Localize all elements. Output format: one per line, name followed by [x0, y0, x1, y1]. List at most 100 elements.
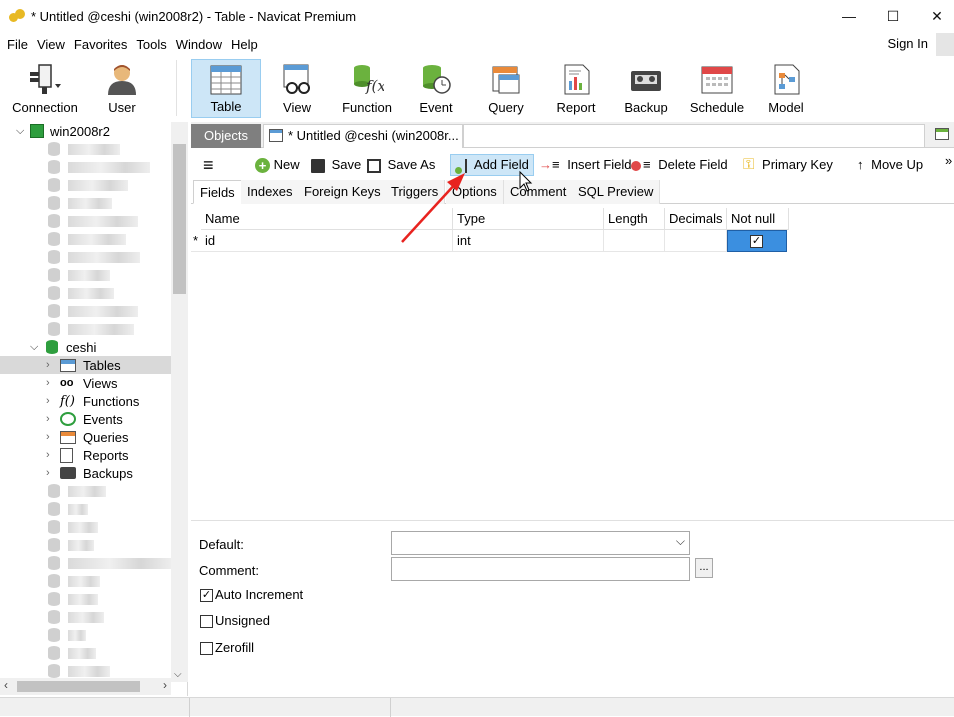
scrollbar-thumb[interactable]	[173, 144, 186, 294]
menu-window[interactable]: Window	[174, 37, 229, 52]
tree-item-queries[interactable]: › Queries	[46, 428, 129, 446]
menu-favorites[interactable]: Favorites	[72, 37, 134, 52]
close-button[interactable]: ✕	[914, 0, 954, 32]
tab-sql-preview[interactable]: SQL Preview	[572, 180, 661, 204]
connection-button[interactable]: Connection	[6, 59, 84, 118]
tab-foreign-keys[interactable]: Foreign Keys	[298, 180, 388, 204]
tree-database-blurred[interactable]	[48, 572, 100, 590]
event-button[interactable]: Event	[404, 59, 468, 118]
tree-connection-win2008r2[interactable]: ⌵ win2008r2	[16, 122, 110, 140]
tree-database-blurred[interactable]	[48, 626, 86, 644]
tree-database-blurred[interactable]	[48, 590, 98, 608]
user-button[interactable]: User	[92, 59, 152, 118]
tree-item-views[interactable]: › oo Views	[46, 374, 117, 392]
unsigned-checkbox[interactable]	[200, 615, 213, 628]
key-icon: ⚿	[743, 156, 755, 173]
tree-database-blurred[interactable]	[48, 500, 88, 518]
tree-item-reports[interactable]: › Reports	[46, 446, 129, 464]
tree-database-blurred[interactable]	[48, 176, 128, 194]
column-header-length[interactable]: Length	[604, 208, 665, 230]
model-button[interactable]: Model	[756, 59, 816, 118]
tree-database-blurred[interactable]	[48, 140, 120, 158]
zerofill-checkbox[interactable]	[200, 642, 213, 655]
tree-vertical-scrollbar[interactable]: ⌵	[171, 122, 188, 682]
database-icon	[48, 664, 60, 678]
tree-database-blurred[interactable]	[48, 158, 150, 176]
default-dropdown[interactable]: ⌵	[391, 531, 690, 555]
blurred-label	[68, 305, 138, 317]
table-button[interactable]: Table	[191, 59, 261, 118]
not-null-checkbox[interactable]: ✓	[750, 235, 763, 248]
function-button[interactable]: f(x) Function	[334, 59, 400, 118]
scrollbar-thumb[interactable]	[17, 681, 140, 692]
column-header-not-null[interactable]: Not null	[727, 208, 789, 230]
schedule-button[interactable]: Schedule	[684, 59, 750, 118]
tree-database-blurred[interactable]	[48, 194, 112, 212]
blurred-label	[68, 557, 172, 569]
move-up-button[interactable]: ↑ Move Up	[857, 154, 923, 176]
menu-help[interactable]: Help	[229, 37, 265, 52]
tree-database-blurred[interactable]	[48, 284, 114, 302]
comment-field[interactable]	[391, 557, 690, 581]
menu-view[interactable]: View	[35, 37, 72, 52]
toolbar-overflow-button[interactable]: »	[945, 150, 952, 172]
auto-increment-checkbox[interactable]: ✓	[200, 589, 213, 602]
tree-database-blurred[interactable]	[48, 302, 138, 320]
save-button[interactable]: Save	[311, 154, 361, 176]
tree-item-tables[interactable]: › Tables	[0, 356, 171, 374]
new-label: New	[273, 157, 300, 172]
tree-database-blurred[interactable]	[48, 554, 172, 572]
comment-expand-button[interactable]: ...	[695, 558, 713, 578]
delete-field-button[interactable]: ≡ Delete Field	[631, 154, 728, 176]
document-tab-bar: Objects * Untitled @ceshi (win2008r...	[191, 122, 954, 148]
new-tab-icon[interactable]	[935, 128, 949, 140]
tree-database-ceshi[interactable]: ⌵ ceshi	[30, 338, 96, 356]
hamburger-menu-icon[interactable]: ≡	[203, 154, 214, 176]
tree-database-blurred[interactable]	[48, 644, 96, 662]
insert-field-icon: →	[539, 157, 552, 172]
column-header-decimals[interactable]: Decimals	[665, 208, 727, 230]
tree-database-blurred[interactable]	[48, 518, 98, 536]
chevron-right-icon: ›	[46, 359, 50, 371]
tree-database-blurred[interactable]	[48, 212, 138, 230]
tab-objects[interactable]: Objects	[191, 124, 261, 148]
tree-database-blurred[interactable]	[48, 248, 140, 266]
report-button[interactable]: Report	[544, 59, 608, 118]
blurred-label	[68, 287, 114, 299]
query-label: Query	[488, 100, 524, 115]
tab-untitled-table[interactable]: * Untitled @ceshi (win2008r...	[263, 124, 463, 148]
tree-database-blurred[interactable]	[48, 320, 134, 338]
view-button[interactable]: View	[264, 59, 330, 118]
scroll-right-icon[interactable]: ›	[163, 678, 167, 692]
primary-key-button[interactable]: ⚿ Primary Key	[743, 154, 833, 176]
tree-item-backups[interactable]: › Backups	[46, 464, 133, 482]
maximize-button[interactable]: ☐	[870, 0, 916, 32]
tree-database-blurred[interactable]	[48, 608, 104, 626]
tree-database-blurred[interactable]	[48, 230, 126, 248]
tree-horizontal-scrollbar[interactable]: ‹ ›	[0, 678, 171, 695]
menu-file[interactable]: File	[0, 37, 35, 52]
new-button[interactable]: + New	[255, 154, 300, 176]
scroll-left-icon[interactable]: ‹	[4, 678, 8, 692]
scroll-down-icon[interactable]: ⌵	[174, 669, 182, 680]
tree-database-blurred[interactable]	[48, 266, 110, 284]
menu-tools[interactable]: Tools	[134, 37, 173, 52]
database-icon	[48, 502, 60, 516]
cell-not-null[interactable]: ✓	[727, 230, 787, 252]
cell-length[interactable]	[604, 230, 665, 252]
account-button[interactable]	[936, 33, 954, 57]
sign-in-link[interactable]: Sign In	[888, 36, 928, 51]
minimize-button[interactable]: —	[826, 0, 872, 32]
cell-decimals[interactable]	[665, 230, 727, 252]
query-button[interactable]: Query	[474, 59, 538, 118]
backup-button[interactable]: Backup	[614, 59, 678, 118]
insert-field-button[interactable]: →≡ Insert Field	[539, 154, 632, 176]
tree-database-blurred[interactable]	[48, 482, 106, 500]
tree-database-blurred[interactable]	[48, 536, 94, 554]
database-icon	[48, 160, 60, 174]
model-icon	[774, 64, 800, 95]
tree-item-functions[interactable]: › f() Functions	[46, 392, 139, 410]
tab-indexes[interactable]: Indexes	[241, 180, 300, 204]
tab-fields[interactable]: Fields	[193, 180, 242, 204]
tree-item-events[interactable]: › Events	[46, 410, 123, 428]
